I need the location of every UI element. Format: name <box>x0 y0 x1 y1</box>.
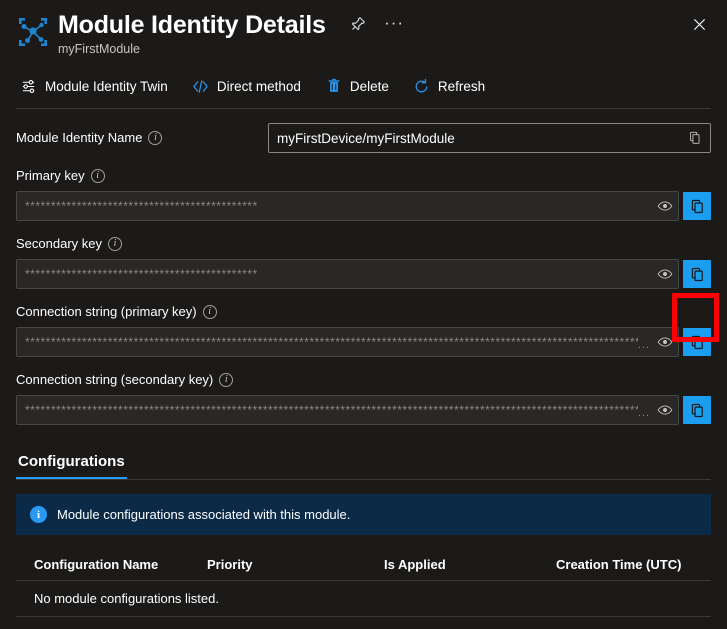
secondary-key-masked-value[interactable]: ****************************************… <box>17 267 652 281</box>
close-icon[interactable] <box>687 12 711 36</box>
module-identity-name-label: Module Identity Name <box>16 129 142 147</box>
iot-module-icon <box>16 15 50 49</box>
configurations-table: Configuration Name Priority Is Applied C… <box>16 555 711 617</box>
copy-connection-string-secondary-button[interactable] <box>683 396 711 424</box>
identity-form: Module Identity Name i Primary key i <box>0 109 727 425</box>
copy-primary-key-button[interactable] <box>683 192 711 220</box>
truncation-ellipsis: ... <box>638 339 652 351</box>
direct-method-button[interactable]: Direct method <box>188 71 311 101</box>
connection-string-primary-field: Connection string (primary key) i ******… <box>16 303 711 357</box>
tab-configurations[interactable]: Configurations <box>16 449 127 479</box>
connection-string-primary-label-group: Connection string (primary key) i <box>16 303 711 321</box>
info-icon: i <box>30 506 47 523</box>
connection-string-secondary-masked-value[interactable]: ****************************************… <box>17 403 638 417</box>
table-empty-message: No module configurations listed. <box>34 591 711 606</box>
connection-string-secondary-label: Connection string (secondary key) <box>16 371 213 389</box>
secondary-key-field: Secondary key i ************************… <box>16 235 711 289</box>
column-header-creation-time[interactable]: Creation Time (UTC) <box>556 557 711 572</box>
connection-string-secondary-row: ****************************************… <box>16 395 711 425</box>
direct-method-label: Direct method <box>217 79 301 94</box>
primary-key-input-wrap: ****************************************… <box>16 191 679 221</box>
connection-string-primary-input-wrap: ****************************************… <box>16 327 679 357</box>
module-identity-twin-label: Module Identity Twin <box>45 79 168 94</box>
module-identity-details-blade: Module Identity Details ··· myF <box>0 0 727 629</box>
connection-string-secondary-label-group: Connection string (secondary key) i <box>16 371 711 389</box>
module-identity-name-input[interactable] <box>269 124 682 152</box>
column-header-configuration-name[interactable]: Configuration Name <box>34 557 207 572</box>
refresh-button[interactable]: Refresh <box>409 71 495 101</box>
info-icon[interactable]: i <box>108 237 122 251</box>
refresh-label: Refresh <box>438 79 485 94</box>
tab-active-underline <box>16 477 127 479</box>
eye-icon[interactable] <box>652 396 678 424</box>
info-icon[interactable]: i <box>203 305 217 319</box>
command-bar: Module Identity Twin Direct method <box>0 68 727 104</box>
primary-key-label-group: Primary key i <box>16 167 711 185</box>
copy-secondary-key-button[interactable] <box>683 260 711 288</box>
secondary-key-label: Secondary key <box>16 235 102 253</box>
connection-string-primary-label: Connection string (primary key) <box>16 303 197 321</box>
info-icon[interactable]: i <box>91 169 105 183</box>
delete-button[interactable]: Delete <box>321 71 399 101</box>
eye-icon[interactable] <box>652 192 678 220</box>
info-banner-text: Module configurations associated with th… <box>57 507 350 522</box>
delete-label: Delete <box>350 79 389 94</box>
refresh-icon <box>413 77 431 95</box>
configurations-divider <box>16 479 711 480</box>
module-identity-name-input-wrap <box>268 123 711 153</box>
primary-key-masked-value[interactable]: ****************************************… <box>17 199 652 213</box>
pin-icon[interactable] <box>346 11 370 35</box>
code-brackets-icon <box>192 77 210 95</box>
sliders-icon <box>20 77 38 95</box>
module-identity-name-label-group: Module Identity Name i <box>16 129 268 147</box>
secondary-key-row: ****************************************… <box>16 259 711 289</box>
copy-connection-string-primary-button[interactable] <box>683 328 711 356</box>
connection-string-secondary-input-wrap: ****************************************… <box>16 395 679 425</box>
trash-icon <box>325 77 343 95</box>
table-empty-row: No module configurations listed. <box>16 581 711 616</box>
eye-icon[interactable] <box>652 260 678 288</box>
connection-string-primary-masked-value[interactable]: ****************************************… <box>17 335 638 349</box>
connection-string-primary-row: ****************************************… <box>16 327 711 357</box>
primary-key-row: ****************************************… <box>16 191 711 221</box>
truncation-ellipsis: ... <box>638 407 652 419</box>
column-header-priority[interactable]: Priority <box>207 557 384 572</box>
info-icon[interactable]: i <box>219 373 233 387</box>
blade-header: Module Identity Details ··· myF <box>0 0 727 62</box>
column-header-is-applied[interactable]: Is Applied <box>384 557 556 572</box>
table-header-row: Configuration Name Priority Is Applied C… <box>16 555 711 580</box>
page-subtitle: myFirstModule <box>58 41 406 57</box>
eye-icon[interactable] <box>652 328 678 356</box>
info-banner: i Module configurations associated with … <box>16 494 711 535</box>
secondary-key-input-wrap: ****************************************… <box>16 259 679 289</box>
configurations-section: Configurations <box>0 439 727 480</box>
primary-key-field: Primary key i **************************… <box>16 167 711 221</box>
connection-string-secondary-field: Connection string (secondary key) i ****… <box>16 371 711 425</box>
page-title: Module Identity Details <box>58 10 326 40</box>
module-identity-twin-button[interactable]: Module Identity Twin <box>16 71 178 101</box>
module-identity-name-field: Module Identity Name i <box>16 123 711 153</box>
primary-key-label: Primary key <box>16 167 85 185</box>
table-bottom-divider <box>16 616 711 617</box>
tab-configurations-label: Configurations <box>18 453 125 470</box>
more-options-icon[interactable]: ··· <box>382 11 406 35</box>
ellipsis-glyph: ··· <box>384 18 404 28</box>
copy-icon[interactable] <box>682 124 708 152</box>
info-icon[interactable]: i <box>148 131 162 145</box>
secondary-key-label-group: Secondary key i <box>16 235 711 253</box>
